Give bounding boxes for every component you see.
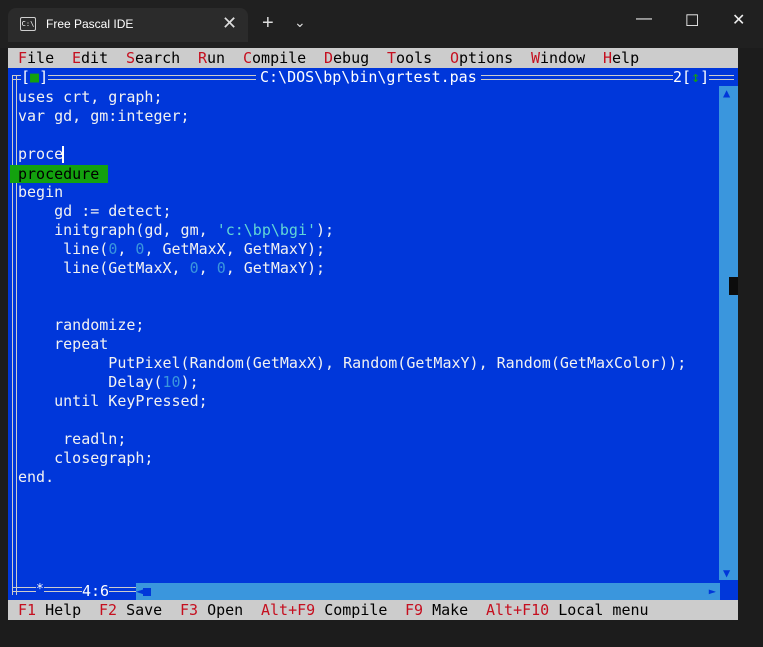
code-line[interactable]: closegraph;: [18, 449, 153, 468]
code-line[interactable]: until KeyPressed;: [18, 392, 208, 411]
menu-compile[interactable]: Compile: [243, 48, 306, 68]
status-save[interactable]: F2 Save: [99, 600, 162, 620]
code-line[interactable]: readln;: [18, 430, 126, 449]
code-line[interactable]: PutPixel(Random(GetMaxX), Random(GetMaxY…: [18, 354, 686, 373]
chevron-down-icon[interactable]: ⌄: [294, 14, 306, 31]
autocomplete-suggestion[interactable]: procedure: [10, 165, 108, 183]
cursor-position: 4:6: [82, 582, 110, 600]
tab-title: Free Pascal IDE: [46, 17, 134, 31]
code-line[interactable]: gd := detect;: [18, 202, 171, 221]
code-line[interactable]: begin: [18, 183, 63, 202]
menu-options[interactable]: Options: [450, 48, 513, 68]
code-line[interactable]: end.: [18, 468, 54, 487]
frame-bottom: [12, 587, 142, 592]
code-line[interactable]: Delay(10);: [18, 373, 198, 392]
menu-bar: File Edit Search Run Compile Debug Tools…: [8, 48, 738, 68]
menu-tools[interactable]: Tools: [387, 48, 432, 68]
status-compile[interactable]: Alt+F9 Compile: [261, 600, 387, 620]
minimize-button[interactable]: —: [636, 10, 652, 28]
code-line[interactable]: initgraph(gd, gm, 'c:\bp\bgi');: [18, 221, 334, 240]
code-line[interactable]: repeat: [18, 335, 108, 354]
code-line[interactable]: var gd, gm:integer;: [18, 107, 190, 126]
status-help[interactable]: F1 Help: [18, 600, 81, 620]
modified-marker: *: [36, 582, 44, 597]
menu-edit[interactable]: Edit: [72, 48, 108, 68]
terminal-tab[interactable]: C:\ Free Pascal IDE ✕: [8, 8, 248, 42]
code-line[interactable]: proce: [18, 145, 63, 164]
code-line[interactable]: uses crt, graph;: [18, 88, 163, 107]
menu-file[interactable]: File: [18, 48, 54, 68]
terminal-icon: C:\: [20, 17, 36, 31]
text-cursor: [62, 146, 64, 163]
scroll-up-icon[interactable]: ▲: [723, 86, 730, 100]
menu-help[interactable]: Help: [603, 48, 639, 68]
code-line[interactable]: line(GetMaxX, 0, 0, GetMaxY);: [18, 259, 325, 278]
vertical-scroll-thumb[interactable]: [729, 277, 738, 295]
code-line[interactable]: line(0, 0, GetMaxX, GetMaxY);: [18, 240, 325, 259]
horizontal-scroll-thumb[interactable]: [143, 588, 151, 596]
zoom-icon[interactable]: ↕: [691, 68, 700, 86]
title-bar: C:\ Free Pascal IDE ✕ + ⌄ — ☐ ✕: [0, 0, 763, 48]
window-number: 2[↕]: [673, 68, 710, 86]
status-open[interactable]: F3 Open: [180, 600, 243, 620]
file-path-title: C:\DOS\bp\bin\grtest.pas: [256, 68, 481, 87]
vertical-scrollbar[interactable]: ▲ ▼: [719, 86, 738, 580]
scroll-right-icon[interactable]: ►: [709, 583, 716, 600]
menu-window[interactable]: Window: [531, 48, 585, 68]
new-tab-button[interactable]: +: [262, 12, 274, 35]
frame-left: [12, 75, 17, 595]
maximize-button[interactable]: ☐: [685, 11, 699, 31]
menu-search[interactable]: Search: [126, 48, 180, 68]
close-button[interactable]: ✕: [732, 10, 745, 30]
menu-debug[interactable]: Debug: [324, 48, 369, 68]
status-local-menu[interactable]: Alt+F10 Local menu: [486, 600, 649, 620]
horizontal-scrollbar[interactable]: ◄ ►: [136, 583, 720, 600]
window-close-box[interactable]: [■]: [21, 69, 49, 86]
code-line[interactable]: randomize;: [18, 316, 144, 335]
status-make[interactable]: F9 Make: [405, 600, 468, 620]
scroll-down-icon[interactable]: ▼: [723, 566, 730, 580]
menu-run[interactable]: Run: [198, 48, 225, 68]
tab-close-icon[interactable]: ✕: [222, 13, 237, 34]
status-bar: F1 Help F2 Save F3 Open Alt+F9 Compile F…: [8, 600, 738, 620]
